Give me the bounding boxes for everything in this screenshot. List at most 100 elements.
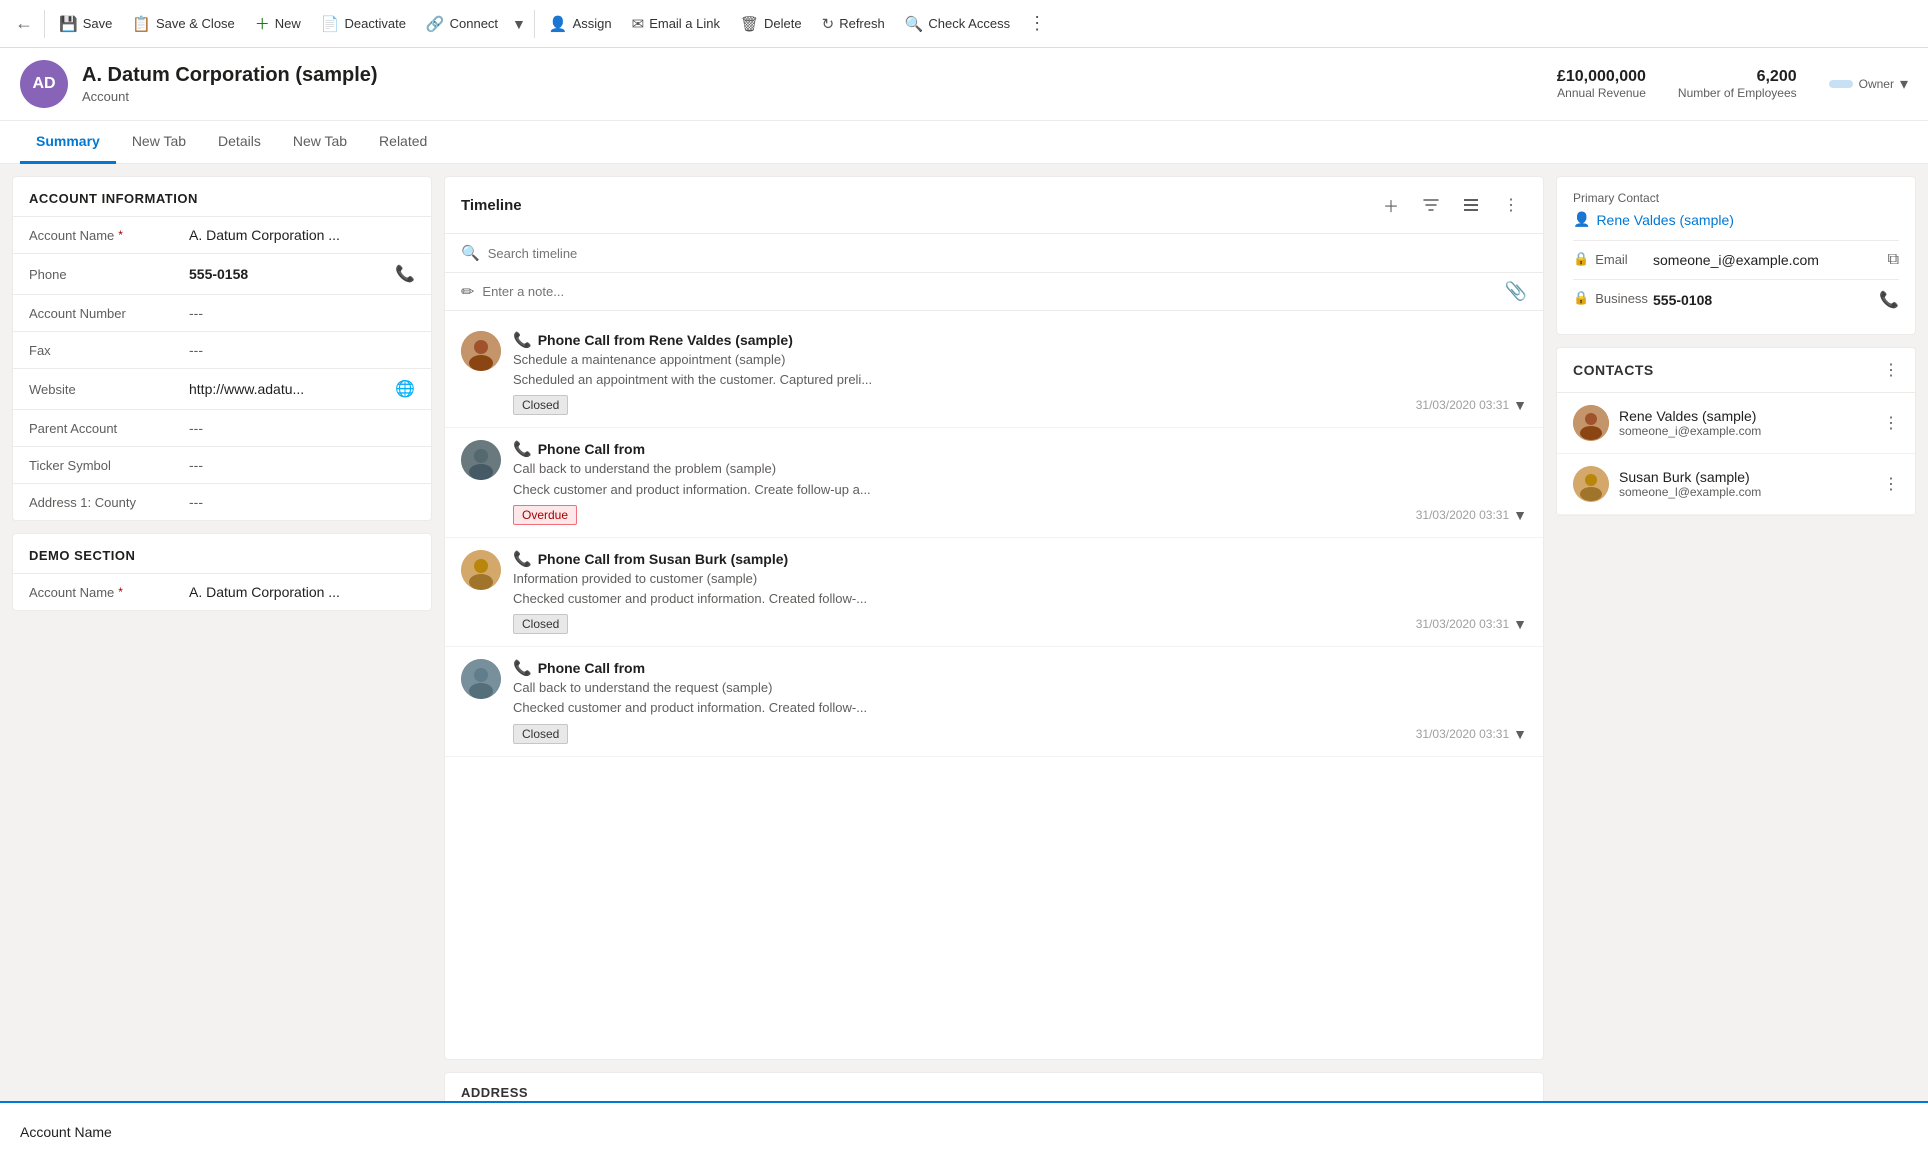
assign-button[interactable]: 👤 Assign (539, 9, 622, 39)
email-link-icon: ✉ (632, 15, 645, 33)
note-input[interactable] (482, 284, 1496, 299)
tab-newtab1[interactable]: New Tab (116, 121, 202, 164)
required-indicator2: * (118, 585, 123, 599)
field-value-phone[interactable]: 555-0158 📞 (189, 264, 415, 284)
lock-icon-business: 🔒 (1573, 290, 1589, 306)
new-icon: ＋ (255, 13, 270, 34)
back-button[interactable]: ← (8, 8, 40, 40)
field-label-ticker-symbol: Ticker Symbol (29, 458, 189, 473)
timeline-item: 📞 Phone Call from Call back to understan… (445, 428, 1543, 537)
contact-email-row: 🔒 Email someone_i@example.com ⧉ (1573, 240, 1899, 279)
header-metrics: £10,000,000 Annual Revenue 6,200 Number … (1557, 68, 1908, 100)
field-value-parent-account[interactable]: --- (189, 420, 415, 436)
field-value-address-county[interactable]: --- (189, 494, 415, 510)
timeline-filter-button[interactable] (1415, 189, 1447, 221)
contacts-title: CONTACTS (1573, 362, 1883, 378)
tab-newtab2[interactable]: New Tab (277, 121, 363, 164)
contact-row-more-rene[interactable]: ⋮ (1883, 413, 1899, 433)
assign-icon: 👤 (549, 15, 568, 33)
timeline-more-button[interactable]: ⋮ (1495, 189, 1527, 221)
account-info-header: ACCOUNT INFORMATION (13, 177, 431, 216)
field-value-account-name[interactable]: A. Datum Corporation ... (189, 227, 415, 243)
email-link-button[interactable]: ✉ Email a Link (622, 9, 730, 39)
email-label: 🔒 Email (1573, 251, 1653, 267)
contact-person-icon: 👤 (1573, 211, 1590, 228)
tab-related[interactable]: Related (363, 121, 443, 164)
website-icon[interactable]: 🌐 (395, 379, 415, 399)
expand-chevron[interactable]: ▼ (1513, 397, 1527, 413)
timeline-item-time: 31/03/2020 03:31 ▼ (1416, 397, 1527, 413)
field-fax: Fax --- (13, 331, 431, 368)
tab-summary[interactable]: Summary (20, 121, 116, 164)
save-close-button[interactable]: 📋 Save & Close (122, 9, 244, 39)
timeline-list-button[interactable] (1455, 189, 1487, 221)
timeline-items: 📞 Phone Call from Rene Valdes (sample) S… (445, 311, 1543, 765)
timeline-item: 📞 Phone Call from Rene Valdes (sample) S… (445, 319, 1543, 428)
field-address-county: Address 1: County --- (13, 483, 431, 520)
field-value-ticker-symbol[interactable]: --- (189, 457, 415, 473)
expand-chevron3[interactable]: ▼ (1513, 616, 1527, 632)
new-button[interactable]: ＋ New (245, 7, 311, 40)
avatar: AD (20, 60, 68, 108)
call-business-button[interactable]: 📞 (1879, 290, 1899, 310)
field-value-account-number[interactable]: --- (189, 305, 415, 321)
header-title-section: A. Datum Corporation (sample) Account (82, 64, 1557, 104)
contact-info-rene: Rene Valdes (sample) someone_i@example.c… (1619, 408, 1873, 438)
attachment-icon[interactable]: 📎 (1505, 281, 1527, 302)
deactivate-icon: 📄 (321, 15, 340, 33)
timeline-item: 📞 Phone Call from Susan Burk (sample) In… (445, 538, 1543, 647)
connect-icon: 🔗 (426, 15, 445, 33)
field-value-website[interactable]: http://www.adatu... 🌐 (189, 379, 415, 399)
owner-pill[interactable] (1829, 80, 1853, 88)
phone-call-icon2: 📞 (513, 440, 532, 458)
delete-button[interactable]: 🗑 Delete (730, 9, 812, 39)
phone-call-icon: 📞 (513, 331, 532, 349)
timeline-actions: ＋ ⋮ (1375, 189, 1527, 221)
refresh-button[interactable]: ↻ Refresh (812, 9, 895, 39)
middle-panel: Timeline ＋ ⋮ (444, 176, 1544, 1113)
connect-dropdown[interactable]: ▼ (508, 10, 530, 38)
field-value-fax[interactable]: --- (189, 342, 415, 358)
field-label-account-name: Account Name * (29, 228, 189, 243)
demo-section-card: Demo Section Account Name * A. Datum Cor… (12, 533, 432, 611)
timeline-item-desc2: Check customer and product information. … (513, 481, 1527, 499)
primary-contact-card: Primary Contact 👤 Rene Valdes (sample) 🔒… (1556, 176, 1916, 335)
timeline-avatar-grey2 (461, 659, 501, 699)
timeline-avatar-rene (461, 331, 501, 371)
more-button[interactable]: ⋮ (1020, 7, 1054, 40)
employees-value: 6,200 (1678, 68, 1797, 86)
note-bar: ✏ 📎 (445, 273, 1543, 311)
phone-icon[interactable]: 📞 (395, 264, 415, 284)
contacts-more-button[interactable]: ⋮ (1883, 360, 1899, 380)
record-title: A. Datum Corporation (sample) (82, 64, 1557, 87)
expand-chevron4[interactable]: ▼ (1513, 726, 1527, 742)
contact-row-rene: Rene Valdes (sample) someone_i@example.c… (1557, 393, 1915, 454)
primary-contact-name[interactable]: 👤 Rene Valdes (sample) (1573, 211, 1899, 228)
timeline-item-desc2: Scheduled an appointment with the custom… (513, 371, 1527, 389)
timeline-add-button[interactable]: ＋ (1375, 189, 1407, 221)
timeline-item-footer: Closed 31/03/2020 03:31 ▼ (513, 614, 1527, 634)
timeline-item: 📞 Phone Call from Call back to understan… (445, 647, 1543, 756)
record-subtitle: Account (82, 89, 1557, 104)
field-label-address-county: Address 1: County (29, 495, 189, 510)
deactivate-button[interactable]: 📄 Deactivate (311, 9, 416, 39)
timeline-item-time: 31/03/2020 03:31 ▼ (1416, 726, 1527, 742)
contact-name-rene[interactable]: Rene Valdes (sample) (1619, 408, 1873, 424)
save-button[interactable]: 💾 Save (49, 9, 122, 39)
copy-email-button[interactable]: ⧉ (1888, 251, 1899, 269)
owner-chevron[interactable]: ▾ (1900, 74, 1908, 94)
contact-email-susan: someone_l@example.com (1619, 485, 1873, 499)
contact-business-row: 🔒 Business 555-0108 📞 (1573, 279, 1899, 320)
field-label-parent-account: Parent Account (29, 421, 189, 436)
field-label-fax: Fax (29, 343, 189, 358)
timeline-search-input[interactable] (488, 246, 1527, 261)
expand-chevron2[interactable]: ▼ (1513, 507, 1527, 523)
check-access-button[interactable]: 🔍 Check Access (895, 9, 1020, 39)
connect-button[interactable]: 🔗 Connect (416, 9, 508, 39)
tab-details[interactable]: Details (202, 121, 277, 164)
contact-name-susan[interactable]: Susan Burk (sample) (1619, 469, 1873, 485)
field-value-demo-account-name[interactable]: A. Datum Corporation ... (189, 584, 415, 600)
contact-row-more-susan[interactable]: ⋮ (1883, 474, 1899, 494)
contact-email-rene: someone_i@example.com (1619, 424, 1873, 438)
annual-revenue-value: £10,000,000 (1557, 68, 1646, 86)
